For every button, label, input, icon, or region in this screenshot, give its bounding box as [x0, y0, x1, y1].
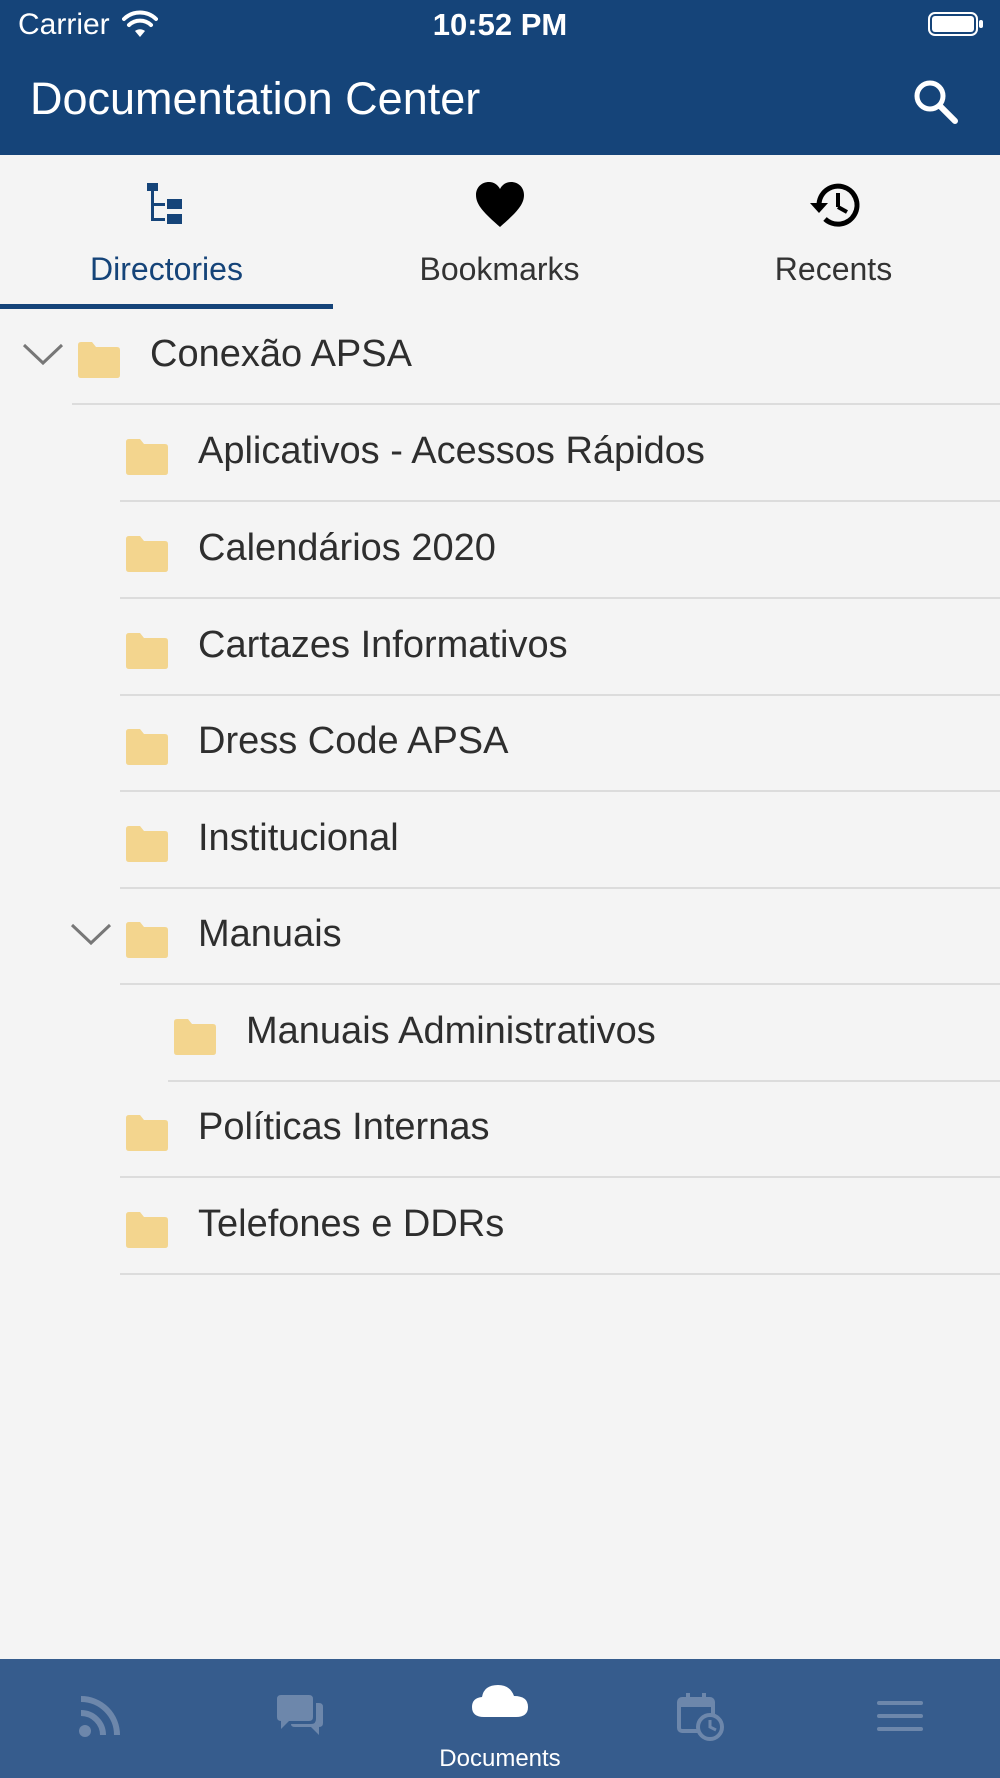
rss-icon: [79, 1696, 120, 1737]
tab-bookmarks[interactable]: Bookmarks: [333, 155, 666, 309]
tree-item-manuais[interactable]: Manuais: [0, 889, 1000, 985]
chevron-down-icon[interactable]: [20, 333, 66, 373]
page-title: Documentation Center: [30, 73, 481, 124]
calendar-clock-icon: [677, 1693, 724, 1741]
tree-item-calendarios[interactable]: Calendários 2020: [0, 503, 1000, 599]
tab-label: Directories: [90, 251, 243, 287]
divider: [120, 500, 1000, 502]
tree-item-label: Conexão APSA: [150, 333, 412, 375]
tabbar-calendar[interactable]: [600, 1659, 800, 1778]
tree-item-label: Calendários 2020: [198, 527, 496, 569]
tabbar-menu[interactable]: [800, 1659, 1000, 1778]
folder-icon: [78, 342, 120, 378]
search-icon[interactable]: [910, 76, 960, 126]
tabbar-feed[interactable]: [0, 1659, 200, 1778]
tab-label: Bookmarks: [419, 251, 580, 287]
tab-directories[interactable]: Directories: [0, 155, 333, 309]
tree-item-manuais-administrativos[interactable]: Manuais Administrativos: [0, 986, 1000, 1082]
folder-icon: [126, 633, 168, 669]
divider: [72, 403, 1000, 405]
folder-icon: [126, 536, 168, 572]
folder-icon: [126, 1115, 168, 1151]
tree-item-dress-code[interactable]: Dress Code APSA: [0, 696, 1000, 792]
tree-item-telefones[interactable]: Telefones e DDRs: [0, 1179, 1000, 1275]
status-time: 10:52 PM: [432, 7, 568, 42]
folder-icon: [126, 1212, 168, 1248]
tabbar-chat[interactable]: [200, 1659, 400, 1778]
battery-icon: [928, 12, 983, 36]
tree-item-cartazes[interactable]: Cartazes Informativos: [0, 600, 1000, 696]
tab-label: Recents: [774, 251, 893, 287]
divider: [120, 790, 1000, 792]
tabbar-documents[interactable]: Documents: [400, 1659, 600, 1778]
app-header: Carrier 10:52 PM Documentation Center: [0, 0, 1000, 155]
tree-item-politicas[interactable]: Políticas Internas: [0, 1082, 1000, 1178]
divider: [120, 983, 1000, 985]
segment-tabs: Directories Bookmarks Recents: [0, 155, 1000, 309]
hierarchy-icon: [146, 183, 182, 224]
tree-item-label: Dress Code APSA: [198, 720, 509, 762]
divider: [120, 1273, 1000, 1275]
tree-item-label: Institucional: [198, 817, 399, 859]
tree-item-conexao-apsa[interactable]: Conexão APSA: [0, 309, 1000, 405]
cloud-icon: [472, 1685, 528, 1717]
folder-icon: [126, 922, 168, 958]
history-icon: [809, 183, 859, 227]
folder-icon: [126, 439, 168, 475]
divider: [120, 1176, 1000, 1178]
tree-item-institucional[interactable]: Institucional: [0, 793, 1000, 889]
tree-item-label: Telefones e DDRs: [198, 1203, 505, 1245]
folder-icon: [126, 729, 168, 765]
tree-item-label: Políticas Internas: [198, 1106, 490, 1148]
folder-icon: [126, 826, 168, 862]
tab-recents[interactable]: Recents: [667, 155, 1000, 309]
tree-item-label: Cartazes Informativos: [198, 624, 568, 666]
menu-icon: [877, 1701, 923, 1731]
chat-icon: [277, 1695, 323, 1735]
divider: [120, 597, 1000, 599]
tree-item-aplicativos[interactable]: Aplicativos - Acessos Rápidos: [0, 406, 1000, 502]
chevron-down-icon[interactable]: [68, 913, 114, 953]
tree-item-label: Aplicativos - Acessos Rápidos: [198, 430, 705, 472]
tree-item-label: Manuais Administrativos: [246, 1010, 656, 1052]
folder-icon: [174, 1019, 216, 1055]
bottom-tab-bar: Documents: [0, 1659, 1000, 1778]
tree-item-label: Manuais: [198, 913, 342, 955]
heart-icon: [475, 182, 524, 227]
tabbar-label: Documents: [439, 1745, 561, 1772]
